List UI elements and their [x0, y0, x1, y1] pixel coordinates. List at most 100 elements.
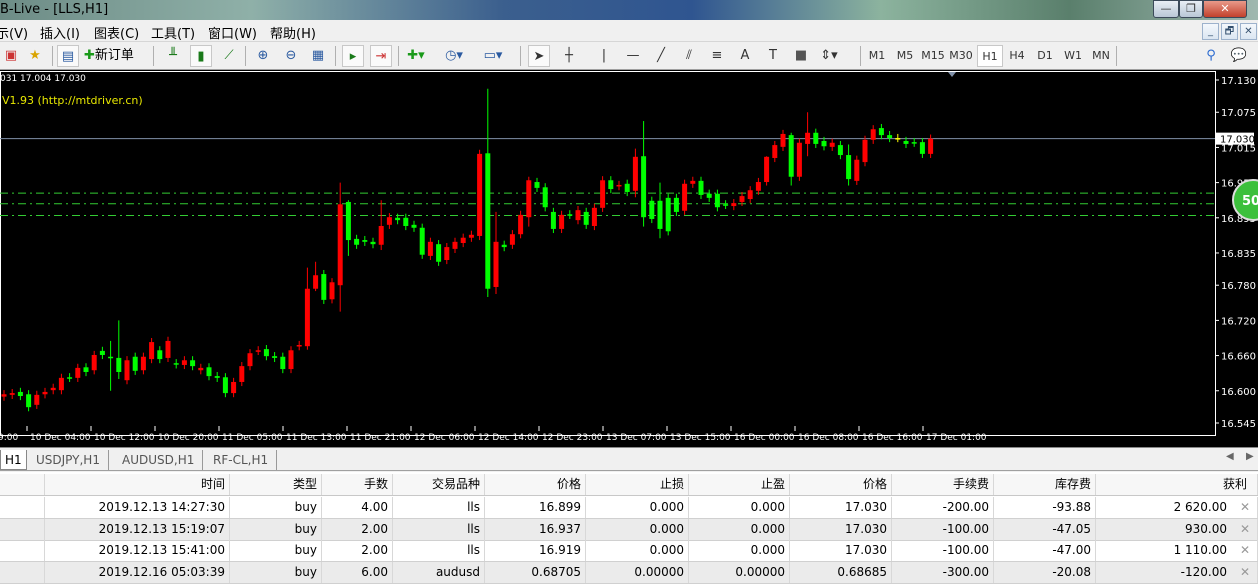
header-type[interactable]: 类型 [230, 474, 322, 495]
timeframe-d1[interactable]: D1 [1032, 45, 1058, 67]
cursor-icon[interactable]: ➤ [528, 45, 550, 67]
auto-scroll-icon[interactable]: ▸ [342, 45, 364, 67]
header-swap[interactable]: 库存费 [994, 474, 1096, 495]
close-order-icon[interactable]: ✕ [1240, 519, 1250, 540]
badge-label: 50 [1242, 194, 1258, 209]
candle-body [9, 393, 15, 395]
toolbar: ▣ ★ ▤ ✚新订单 ╨ ▮ ⟋ ⊕ ⊖ ▦ ▸ ⇥ ✚▾ ◷▾ ▭▾ ➤ ┼ … [0, 42, 1258, 70]
table-row[interactable]: 2019.12.13 14:27:30 buy 4.00 lls 16.899 0.000… [0, 497, 1258, 519]
crosshair-icon[interactable]: ┼ [558, 45, 580, 67]
chat-icon[interactable]: 💬 [1228, 45, 1250, 67]
candle-body [345, 201, 351, 241]
table-row[interactable]: 2019.12.16 05:03:39 buy 6.00 audusd 0.68705 0… [0, 561, 1258, 584]
header-current-price[interactable]: 价格 [790, 474, 892, 495]
price-chart[interactable]: 17.130 17.075 17.015 16.955 16.895 16.835 16.7… [0, 70, 1258, 447]
close-order-icon[interactable]: ✕ [1240, 540, 1250, 561]
favorites-folder-icon[interactable]: ★ [24, 45, 46, 67]
candle-body [263, 349, 269, 357]
mdi-minimize-button[interactable]: _ [1202, 23, 1219, 40]
tab-audusd-h1[interactable]: AUDUSD,H1 [114, 450, 204, 470]
arrows-icon[interactable]: ⇕▾ [818, 45, 840, 67]
text-icon[interactable]: A [734, 45, 756, 67]
candle-body [231, 381, 237, 394]
close-button[interactable]: ✕ [1203, 0, 1247, 18]
menu-view[interactable]: 示(V) [0, 23, 28, 42]
price-tick-label: 16.660 [1221, 352, 1256, 363]
timeframe-mn[interactable]: MN [1088, 45, 1114, 67]
tab-scroll-left-icon[interactable]: ◀ [1226, 451, 1234, 462]
market-watch-icon[interactable]: ▤ [57, 45, 79, 67]
candle-body [165, 340, 171, 358]
profiles-icon[interactable]: ▣ [0, 45, 22, 67]
periods-clock-icon[interactable]: ◷▾ [443, 45, 465, 67]
timeframe-h4[interactable]: H4 [1004, 45, 1030, 67]
header-open-price[interactable]: 价格 [485, 474, 586, 495]
tab-rf-cl-h1[interactable]: RF-CL,H1 [205, 450, 278, 470]
chart-shift-marker[interactable] [948, 72, 956, 77]
menu-charts[interactable]: 图表(C) [94, 23, 139, 42]
fibonacci-icon[interactable]: ≡ [706, 45, 728, 67]
table-row[interactable]: 2019.12.13 15:41:00 buy 2.00 lls 16.919 0.000… [0, 540, 1258, 562]
search-icon[interactable]: ⚲ [1200, 45, 1222, 67]
candle-body [788, 135, 794, 177]
equidistant-channel-icon[interactable]: ⫽ [678, 45, 700, 67]
mdi-restore-button[interactable]: 🗗 [1221, 23, 1238, 40]
cell-type: buy [230, 497, 322, 518]
horizontal-line-icon[interactable]: — [622, 45, 644, 67]
tab-usdjpy-h1[interactable]: USDJPY,H1 [28, 450, 109, 470]
ohlc-readout: 031 17.004 17.030 [0, 74, 86, 84]
zoom-in-icon[interactable]: ⊕ [252, 45, 274, 67]
tab-scroll-right-icon[interactable]: ▶ [1246, 451, 1254, 462]
timeframe-w1[interactable]: W1 [1060, 45, 1086, 67]
restore-button[interactable]: ❐ [1179, 0, 1203, 18]
tile-windows-icon[interactable]: ▦ [307, 45, 329, 67]
header-symbol[interactable]: 交易品种 [393, 474, 485, 495]
timeframe-m30[interactable]: M30 [948, 45, 974, 67]
new-order-button[interactable]: ✚新订单 [84, 45, 146, 67]
trendline-icon[interactable]: ╱ [650, 45, 672, 67]
zoom-out-icon[interactable]: ⊖ [280, 45, 302, 67]
close-order-icon[interactable]: ✕ [1240, 497, 1250, 518]
close-order-icon[interactable]: ✕ [1240, 562, 1250, 583]
indicators-icon[interactable]: ✚▾ [405, 45, 427, 67]
cell-symbol: lls [393, 540, 485, 561]
minimize-button[interactable]: — [1153, 0, 1179, 18]
time-tick-label: 13 Dec 07:00 [606, 433, 667, 443]
mdi-close-button[interactable]: ✕ [1240, 23, 1257, 40]
header-time[interactable]: 时间 [45, 474, 230, 495]
table-row[interactable]: 2019.12.13 15:19:07 buy 2.00 lls 16.937 0.000… [0, 518, 1258, 541]
menu-insert[interactable]: 插入(I) [40, 23, 80, 42]
vertical-line-icon[interactable]: | [593, 45, 615, 67]
rectangle-icon[interactable]: ■ [790, 45, 812, 67]
timeframe-h1[interactable]: H1 [977, 45, 1003, 67]
candle-body [362, 240, 368, 242]
chart-shift-icon[interactable]: ⇥ [370, 45, 392, 67]
title-bar: B-Live - [LLS,H1] — ❐ ✕ [0, 0, 1258, 20]
text-label-icon[interactable]: T [762, 45, 784, 67]
candle-body [632, 156, 638, 191]
header-profit[interactable]: 获利 [1096, 474, 1258, 495]
candle-body [928, 138, 934, 154]
timeframe-m5[interactable]: M5 [892, 45, 918, 67]
cell-open-price: 16.937 [485, 518, 586, 540]
header-lots[interactable]: 手数 [322, 474, 393, 495]
menu-help[interactable]: 帮助(H) [270, 23, 316, 42]
candle-body [108, 356, 114, 359]
candle-body [140, 356, 146, 371]
candle-body [509, 234, 515, 245]
menu-tools[interactable]: 工具(T) [151, 23, 195, 42]
line-chart-icon[interactable]: ⟋ [218, 45, 240, 67]
cell-stop-loss: 0.000 [586, 540, 689, 561]
header-stop-loss[interactable]: 止损 [586, 474, 689, 495]
header-commission[interactable]: 手续费 [892, 474, 994, 495]
tab-lls-h1[interactable]: H1 [0, 450, 27, 470]
cell-time: 2019.12.13 15:41:00 [45, 540, 230, 561]
timeframe-m15[interactable]: M15 [920, 45, 946, 67]
timeframe-m1[interactable]: M1 [864, 45, 890, 67]
menu-window[interactable]: 窗口(W) [208, 23, 257, 42]
candlestick-chart-icon[interactable]: ▮ [190, 45, 212, 67]
header-take-profit[interactable]: 止盈 [689, 474, 790, 495]
templates-icon[interactable]: ▭▾ [482, 45, 504, 67]
header-blank[interactable] [0, 474, 45, 495]
bar-chart-icon[interactable]: ╨ [162, 45, 184, 67]
